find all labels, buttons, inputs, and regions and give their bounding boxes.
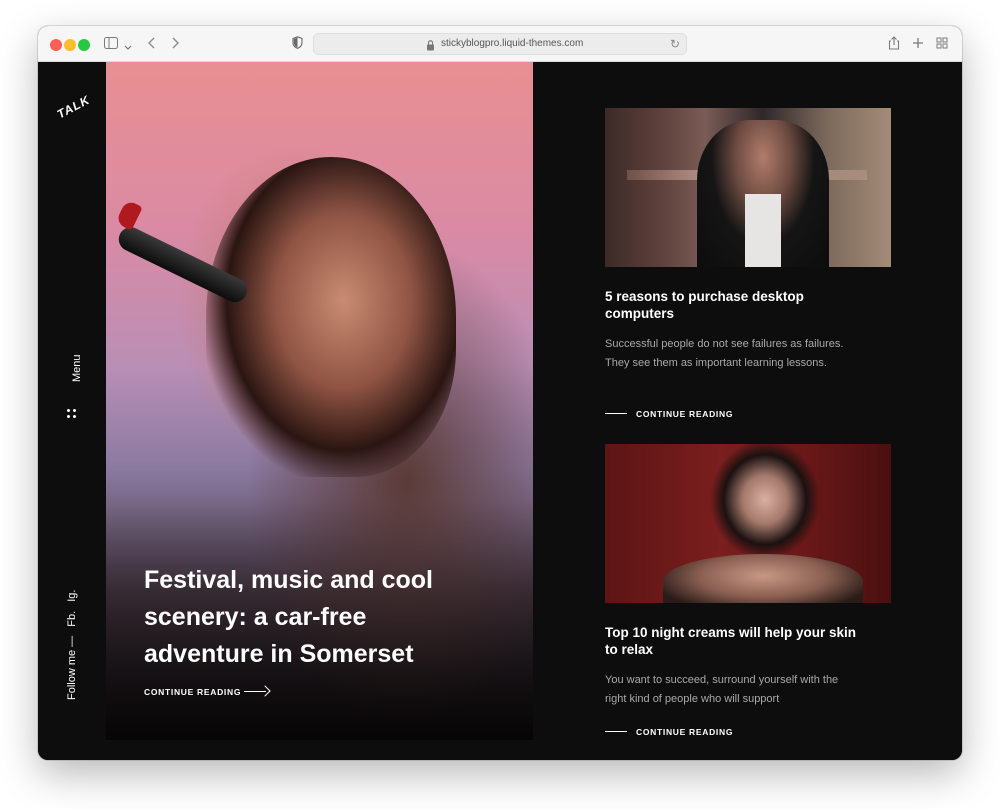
post-excerpt: You want to succeed, surround yourself w… bbox=[605, 674, 839, 705]
site-logo[interactable]: TALK bbox=[55, 93, 93, 122]
close-window-button[interactable] bbox=[50, 39, 62, 51]
continue-reading-link[interactable]: CONTINUE READING bbox=[636, 409, 733, 419]
post-image[interactable] bbox=[605, 444, 891, 603]
follow-links: Follow me — Fb. Ig. bbox=[66, 584, 78, 700]
post-title[interactable]: 5 reasons to purchase desktop computers bbox=[605, 288, 865, 322]
address-bar[interactable]: stickyblogpro.liquid-themes.com ↻ bbox=[313, 33, 687, 55]
zoom-window-button[interactable] bbox=[78, 39, 90, 51]
post-image[interactable] bbox=[605, 108, 891, 267]
forward-icon[interactable] bbox=[171, 36, 179, 52]
line-icon bbox=[605, 731, 627, 732]
post-excerpt: Successful people do not see failures as… bbox=[605, 338, 844, 369]
tabs-grid-icon[interactable] bbox=[936, 36, 948, 52]
featured-continue-reading[interactable]: CONTINUE READING bbox=[144, 687, 241, 697]
instagram-link[interactable]: Ig. bbox=[66, 590, 78, 602]
menu-label[interactable]: Menu bbox=[71, 354, 83, 382]
post-title[interactable]: Top 10 night creams will help your skin … bbox=[605, 624, 865, 658]
shield-icon[interactable] bbox=[292, 36, 303, 52]
browser-window: stickyblogpro.liquid-themes.com ↻ TALK M… bbox=[38, 26, 962, 760]
line-icon bbox=[605, 413, 627, 414]
follow-label: Follow me — bbox=[66, 635, 78, 700]
shoulders-image bbox=[663, 554, 863, 603]
reload-icon[interactable]: ↻ bbox=[670, 37, 680, 51]
page-content: TALK Menu Follow me — Fb. Ig. Festival, … bbox=[38, 62, 962, 760]
plus-icon[interactable] bbox=[912, 36, 924, 52]
featured-image bbox=[206, 157, 456, 477]
microphone-band-image bbox=[115, 199, 143, 231]
url-text: stickyblogpro.liquid-themes.com bbox=[441, 38, 584, 49]
chevron-down-icon[interactable] bbox=[124, 38, 132, 54]
shirt-image bbox=[745, 194, 781, 267]
minimize-window-button[interactable] bbox=[64, 39, 76, 51]
sidebar-icon[interactable] bbox=[104, 36, 118, 52]
browser-toolbar: stickyblogpro.liquid-themes.com ↻ bbox=[38, 26, 962, 62]
back-icon[interactable] bbox=[148, 36, 156, 52]
lock-icon bbox=[426, 38, 436, 51]
side-nav: TALK Menu Follow me — Fb. Ig. bbox=[38, 62, 106, 760]
share-icon[interactable] bbox=[888, 36, 900, 53]
featured-title[interactable]: Festival, music and cool scenery: a car-… bbox=[144, 562, 474, 673]
featured-post[interactable]: Festival, music and cool scenery: a car-… bbox=[106, 62, 533, 740]
menu-icon[interactable] bbox=[67, 409, 77, 419]
facebook-link[interactable]: Fb. bbox=[66, 611, 78, 627]
continue-reading-link[interactable]: CONTINUE READING bbox=[636, 727, 733, 737]
